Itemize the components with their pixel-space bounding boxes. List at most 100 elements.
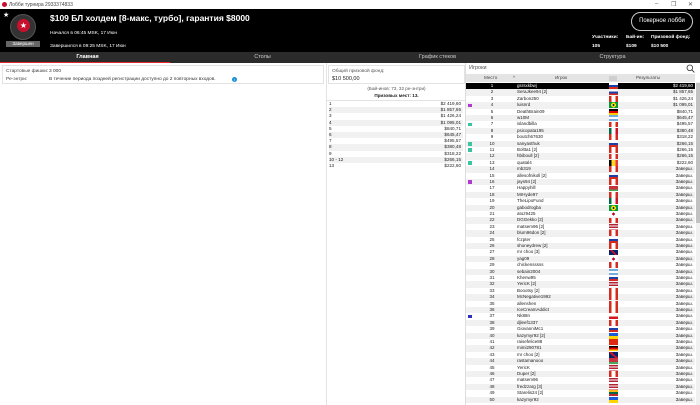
country-flag-icon bbox=[609, 332, 618, 339]
poker-lobby-button[interactable]: Покерное лобби bbox=[631, 12, 693, 31]
country-flag-icon bbox=[609, 364, 618, 371]
paid-places: Призовых мест: 13. bbox=[374, 93, 419, 98]
payout-row: 13 $222,60 bbox=[329, 163, 463, 169]
player-place: 50 bbox=[489, 396, 495, 402]
payout-place: 10 - 12 bbox=[329, 156, 344, 162]
payout-place: 1 bbox=[329, 101, 332, 106]
tab-stack-chart[interactable]: График стеков bbox=[350, 52, 525, 63]
payout-list: 1 $2 419,60 2 $1 857,65 3 $1 426,24 4 $1 095,01… bbox=[327, 100, 466, 170]
country-flag-icon bbox=[609, 390, 618, 397]
tab-structure[interactable]: Структура bbox=[525, 52, 700, 63]
prize-panel: Общий призовой фонд: $10 500,00 (Бай-ино… bbox=[326, 63, 466, 405]
buyin-label: Бай-ин: bbox=[626, 35, 645, 40]
country-flag-icon bbox=[609, 147, 618, 154]
info-panel: Стартовые фишки: 3 000 Ре-энтри: В течен… bbox=[0, 63, 326, 405]
player-marker-icon bbox=[468, 314, 472, 319]
player-result: Заверш. bbox=[675, 396, 693, 402]
tournament-header: ★ ★ Завершен $109 БЛ холдем [8-макс, тур… bbox=[0, 9, 700, 52]
sort-asc-icon[interactable]: ^ bbox=[513, 74, 515, 82]
country-flag-icon bbox=[609, 281, 618, 288]
favorite-star-icon[interactable]: ★ bbox=[3, 11, 9, 19]
country-flag-icon bbox=[609, 377, 618, 384]
player-marker-icon bbox=[468, 148, 472, 152]
country-flag-icon bbox=[609, 224, 618, 230]
minimize-button[interactable]: – bbox=[655, 1, 658, 7]
payout-place: 7 bbox=[329, 138, 332, 144]
country-flag-icon bbox=[609, 339, 618, 346]
players-title: Игроки bbox=[469, 65, 487, 71]
column-results[interactable]: Результаты bbox=[636, 74, 660, 82]
country-flag-icon bbox=[609, 256, 618, 262]
player-row[interactable]: 50 kazymyr92 Заверш. bbox=[466, 396, 695, 403]
country-flag-icon bbox=[609, 179, 618, 186]
payout-place: 9 bbox=[329, 150, 332, 156]
country-flag-icon bbox=[609, 300, 618, 307]
country-flag-icon bbox=[609, 140, 618, 147]
tab-main[interactable]: Главная bbox=[0, 52, 175, 63]
info-box: Стартовые фишки: 3 000 Ре-энтри: В течен… bbox=[2, 65, 324, 84]
prize-pool-box: Общий призовой фонд: $10 500,00 bbox=[328, 65, 465, 84]
country-flag-icon bbox=[609, 294, 618, 301]
buyin-value: $109 bbox=[626, 44, 637, 49]
country-flag-icon bbox=[609, 307, 618, 314]
reentry-label: Ре-энтри: bbox=[6, 77, 28, 82]
prize-pool-value: $10 500 bbox=[651, 44, 669, 49]
spade-icon: ★ bbox=[17, 19, 30, 32]
entrants-label: Участники: bbox=[592, 35, 619, 40]
country-flag-icon bbox=[609, 204, 618, 211]
players-panel: Игроки Место ^ Игрок Результаты 1 gsrsxkb… bbox=[465, 63, 700, 405]
country-flag-icon bbox=[609, 236, 618, 243]
country-flag-icon bbox=[609, 160, 618, 166]
buyins-info: (Бай-инов: 73, 32 ре-энтри) bbox=[367, 86, 426, 91]
country-flag-icon bbox=[609, 396, 618, 403]
country-flag-icon bbox=[609, 243, 618, 250]
info-icon[interactable]: i bbox=[232, 77, 237, 82]
flag-column-icon[interactable] bbox=[609, 75, 617, 81]
title-bar: Лобби турнира 2933374833 – ❐ ✕ bbox=[0, 0, 700, 9]
country-flag-icon bbox=[609, 115, 618, 122]
country-flag-icon bbox=[609, 268, 618, 275]
payout-place: 4 bbox=[329, 119, 332, 125]
country-flag-icon bbox=[609, 89, 618, 96]
start-time: Начался в 06:45 MSK, 17 Июн bbox=[50, 31, 117, 36]
tab-tables[interactable]: Столы bbox=[175, 52, 350, 63]
player-marker-icon bbox=[468, 103, 472, 108]
players-table-header: Место ^ Игрок Результаты bbox=[466, 74, 695, 82]
player-name: kazymyr92 bbox=[517, 396, 539, 402]
country-flag-icon bbox=[609, 121, 618, 128]
country-flag-icon bbox=[609, 96, 618, 102]
end-time: Завершился в 09:25 MSK, 17 Июн bbox=[50, 44, 126, 49]
country-flag-icon bbox=[609, 185, 618, 192]
payout-place: 13 bbox=[329, 163, 335, 168]
starting-chips-label: Стартовые фишки: bbox=[6, 69, 49, 74]
close-button[interactable]: ✕ bbox=[688, 1, 693, 8]
country-flag-icon bbox=[609, 108, 618, 115]
scrollbar-thumb[interactable] bbox=[696, 83, 700, 223]
payout-amount: $222,60 bbox=[444, 163, 461, 168]
country-flag-icon bbox=[609, 83, 618, 90]
player-marker-icon bbox=[468, 180, 472, 184]
country-flag-icon bbox=[609, 345, 618, 352]
country-flag-icon bbox=[609, 134, 618, 141]
country-flag-icon bbox=[609, 211, 618, 218]
country-flag-icon bbox=[609, 230, 618, 237]
country-flag-icon bbox=[609, 313, 618, 320]
column-player[interactable]: Игрок bbox=[555, 74, 567, 82]
country-flag-icon bbox=[609, 275, 618, 282]
country-flag-icon bbox=[609, 326, 618, 333]
tournament-logo: ★ bbox=[10, 14, 36, 40]
country-flag-icon bbox=[609, 371, 618, 378]
total-prize-label: Общий призовой фонд: bbox=[332, 69, 385, 74]
player-marker-icon bbox=[468, 161, 472, 165]
country-flag-icon bbox=[609, 128, 618, 134]
column-place[interactable]: Место bbox=[484, 74, 497, 82]
country-flag-icon bbox=[609, 384, 618, 390]
country-flag-icon bbox=[609, 249, 618, 256]
tournament-title: $109 БЛ холдем [8-макс, турбо], гарантия… bbox=[50, 13, 250, 23]
entrants-value: 105 bbox=[592, 44, 601, 49]
country-flag-icon bbox=[609, 262, 618, 269]
total-prize-value: $10 500,00 bbox=[332, 76, 360, 82]
maximize-button[interactable]: ❐ bbox=[671, 1, 676, 8]
country-flag-icon bbox=[609, 153, 618, 160]
search-icon[interactable] bbox=[686, 64, 695, 73]
